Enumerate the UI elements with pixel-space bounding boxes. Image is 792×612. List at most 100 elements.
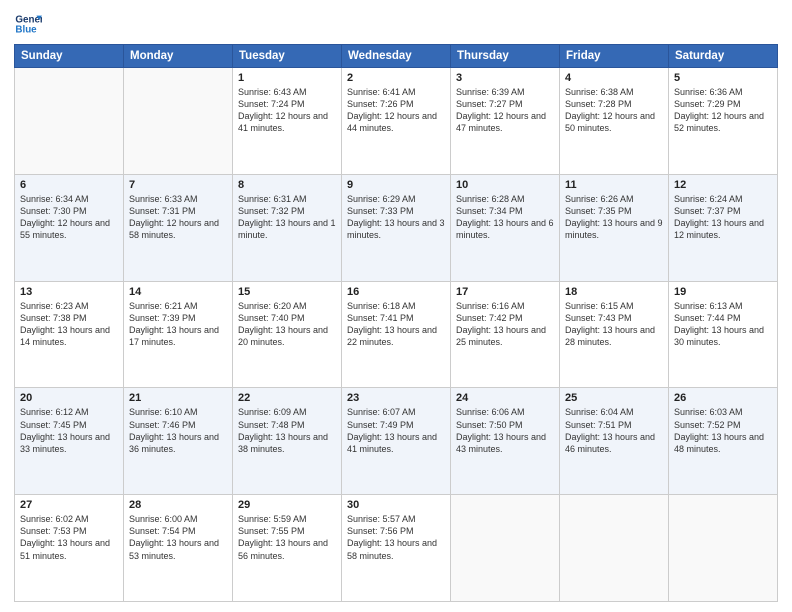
cell-info: Sunrise: 6:23 AMSunset: 7:38 PMDaylight:… — [20, 300, 118, 349]
calendar-cell: 28Sunrise: 6:00 AMSunset: 7:54 PMDayligh… — [124, 495, 233, 602]
day-number: 4 — [565, 72, 663, 84]
day-number: 13 — [20, 286, 118, 298]
cell-info: Sunrise: 6:06 AMSunset: 7:50 PMDaylight:… — [456, 406, 554, 455]
calendar-cell: 2 Sunrise: 6:41 AMSunset: 7:26 PMDaylight… — [342, 68, 451, 175]
calendar-table: SundayMondayTuesdayWednesdayThursdayFrid… — [14, 44, 778, 602]
day-number: 23 — [347, 392, 445, 404]
weekday-sunday: Sunday — [15, 45, 124, 68]
day-number: 11 — [565, 179, 663, 191]
calendar-cell: 9 Sunrise: 6:29 AMSunset: 7:33 PMDaylight… — [342, 174, 451, 281]
cell-info: Sunrise: 6:12 AMSunset: 7:45 PMDaylight:… — [20, 406, 118, 455]
week-row-4: 20 Sunrise: 6:12 AMSunset: 7:45 PMDayligh… — [15, 388, 778, 495]
cell-info: Sunrise: 6:21 AMSunset: 7:39 PMDaylight:… — [129, 300, 227, 349]
cell-info: Sunrise: 6:39 AMSunset: 7:27 PMDaylight:… — [456, 86, 554, 135]
cell-info: Sunrise: 6:43 AMSunset: 7:24 PMDaylight:… — [238, 86, 336, 135]
cell-info: Sunrise: 6:41 AMSunset: 7:26 PMDaylight:… — [347, 86, 445, 135]
day-number: 3 — [456, 72, 554, 84]
calendar-cell: 14 Sunrise: 6:21 AMSunset: 7:39 PMDayligh… — [124, 281, 233, 388]
week-row-3: 13 Sunrise: 6:23 AMSunset: 7:38 PMDayligh… — [15, 281, 778, 388]
calendar-cell: 1 Sunrise: 6:43 AMSunset: 7:24 PMDaylight… — [233, 68, 342, 175]
calendar-cell: 13 Sunrise: 6:23 AMSunset: 7:38 PMDayligh… — [15, 281, 124, 388]
weekday-thursday: Thursday — [451, 45, 560, 68]
calendar-cell: 27Sunrise: 6:02 AMSunset: 7:53 PMDayligh… — [15, 495, 124, 602]
calendar-cell: 19 Sunrise: 6:13 AMSunset: 7:44 PMDayligh… — [669, 281, 778, 388]
calendar-cell: 16 Sunrise: 6:18 AMSunset: 7:41 PMDayligh… — [342, 281, 451, 388]
day-number: 9 — [347, 179, 445, 191]
calendar-cell: 11 Sunrise: 6:26 AMSunset: 7:35 PMDayligh… — [560, 174, 669, 281]
weekday-monday: Monday — [124, 45, 233, 68]
cell-info: Sunrise: 6:29 AMSunset: 7:33 PMDaylight:… — [347, 193, 445, 242]
calendar-cell: 22 Sunrise: 6:09 AMSunset: 7:48 PMDayligh… — [233, 388, 342, 495]
day-number: 8 — [238, 179, 336, 191]
week-row-5: 27Sunrise: 6:02 AMSunset: 7:53 PMDayligh… — [15, 495, 778, 602]
weekday-tuesday: Tuesday — [233, 45, 342, 68]
calendar-cell: 15 Sunrise: 6:20 AMSunset: 7:40 PMDayligh… — [233, 281, 342, 388]
week-row-2: 6Sunrise: 6:34 AMSunset: 7:30 PMDaylight… — [15, 174, 778, 281]
day-number: 17 — [456, 286, 554, 298]
cell-info: Sunrise: 5:57 AMSunset: 7:56 PMDaylight:… — [347, 513, 445, 562]
cell-info: Sunrise: 6:03 AMSunset: 7:52 PMDaylight:… — [674, 406, 772, 455]
day-number: 16 — [347, 286, 445, 298]
day-number: 15 — [238, 286, 336, 298]
day-number: 18 — [565, 286, 663, 298]
calendar-cell: 4 Sunrise: 6:38 AMSunset: 7:28 PMDaylight… — [560, 68, 669, 175]
calendar-cell — [451, 495, 560, 602]
calendar-cell: 21Sunrise: 6:10 AMSunset: 7:46 PMDayligh… — [124, 388, 233, 495]
calendar-cell: 30Sunrise: 5:57 AMSunset: 7:56 PMDayligh… — [342, 495, 451, 602]
cell-info: Sunrise: 6:20 AMSunset: 7:40 PMDaylight:… — [238, 300, 336, 349]
cell-info: Sunrise: 6:18 AMSunset: 7:41 PMDaylight:… — [347, 300, 445, 349]
header: General Blue — [14, 10, 778, 38]
calendar-cell: 20 Sunrise: 6:12 AMSunset: 7:45 PMDayligh… — [15, 388, 124, 495]
day-number: 19 — [674, 286, 772, 298]
day-number: 1 — [238, 72, 336, 84]
cell-info: Sunrise: 6:26 AMSunset: 7:35 PMDaylight:… — [565, 193, 663, 242]
weekday-saturday: Saturday — [669, 45, 778, 68]
day-number: 26 — [674, 392, 772, 404]
cell-info: Sunrise: 6:02 AMSunset: 7:53 PMDaylight:… — [20, 513, 118, 562]
day-number: 24 — [456, 392, 554, 404]
day-number: 28 — [129, 499, 227, 511]
cell-info: Sunrise: 6:38 AMSunset: 7:28 PMDaylight:… — [565, 86, 663, 135]
calendar-cell — [560, 495, 669, 602]
cell-info: Sunrise: 5:59 AMSunset: 7:55 PMDaylight:… — [238, 513, 336, 562]
logo: General Blue — [14, 10, 44, 38]
day-number: 2 — [347, 72, 445, 84]
calendar-cell: 6Sunrise: 6:34 AMSunset: 7:30 PMDaylight… — [15, 174, 124, 281]
calendar-cell: 12 Sunrise: 6:24 AMSunset: 7:37 PMDayligh… — [669, 174, 778, 281]
calendar-cell: 29 Sunrise: 5:59 AMSunset: 7:55 PMDayligh… — [233, 495, 342, 602]
cell-info: Sunrise: 6:34 AMSunset: 7:30 PMDaylight:… — [20, 193, 118, 242]
cell-info: Sunrise: 6:24 AMSunset: 7:37 PMDaylight:… — [674, 193, 772, 242]
cell-info: Sunrise: 6:28 AMSunset: 7:34 PMDaylight:… — [456, 193, 554, 242]
calendar-cell: 17 Sunrise: 6:16 AMSunset: 7:42 PMDayligh… — [451, 281, 560, 388]
day-number: 12 — [674, 179, 772, 191]
cell-info: Sunrise: 6:33 AMSunset: 7:31 PMDaylight:… — [129, 193, 227, 242]
cell-info: Sunrise: 6:09 AMSunset: 7:48 PMDaylight:… — [238, 406, 336, 455]
weekday-header-row: SundayMondayTuesdayWednesdayThursdayFrid… — [15, 45, 778, 68]
week-row-1: 1 Sunrise: 6:43 AMSunset: 7:24 PMDaylight… — [15, 68, 778, 175]
day-number: 22 — [238, 392, 336, 404]
calendar-cell — [15, 68, 124, 175]
day-number: 14 — [129, 286, 227, 298]
day-number: 29 — [238, 499, 336, 511]
logo-icon: General Blue — [14, 10, 42, 38]
calendar-cell: 24 Sunrise: 6:06 AMSunset: 7:50 PMDayligh… — [451, 388, 560, 495]
weekday-wednesday: Wednesday — [342, 45, 451, 68]
cell-info: Sunrise: 6:13 AMSunset: 7:44 PMDaylight:… — [674, 300, 772, 349]
calendar-cell: 26 Sunrise: 6:03 AMSunset: 7:52 PMDayligh… — [669, 388, 778, 495]
cell-info: Sunrise: 6:07 AMSunset: 7:49 PMDaylight:… — [347, 406, 445, 455]
calendar-cell: 5Sunrise: 6:36 AMSunset: 7:29 PMDaylight… — [669, 68, 778, 175]
day-number: 25 — [565, 392, 663, 404]
calendar-cell: 8 Sunrise: 6:31 AMSunset: 7:32 PMDaylight… — [233, 174, 342, 281]
cell-info: Sunrise: 6:31 AMSunset: 7:32 PMDaylight:… — [238, 193, 336, 242]
day-number: 20 — [20, 392, 118, 404]
calendar-cell: 7Sunrise: 6:33 AMSunset: 7:31 PMDaylight… — [124, 174, 233, 281]
cell-info: Sunrise: 6:16 AMSunset: 7:42 PMDaylight:… — [456, 300, 554, 349]
calendar-cell: 23 Sunrise: 6:07 AMSunset: 7:49 PMDayligh… — [342, 388, 451, 495]
weekday-friday: Friday — [560, 45, 669, 68]
calendar-cell: 25Sunrise: 6:04 AMSunset: 7:51 PMDayligh… — [560, 388, 669, 495]
calendar-cell: 18Sunrise: 6:15 AMSunset: 7:43 PMDayligh… — [560, 281, 669, 388]
cell-info: Sunrise: 6:10 AMSunset: 7:46 PMDaylight:… — [129, 406, 227, 455]
calendar-cell — [669, 495, 778, 602]
calendar-cell: 10 Sunrise: 6:28 AMSunset: 7:34 PMDayligh… — [451, 174, 560, 281]
day-number: 10 — [456, 179, 554, 191]
